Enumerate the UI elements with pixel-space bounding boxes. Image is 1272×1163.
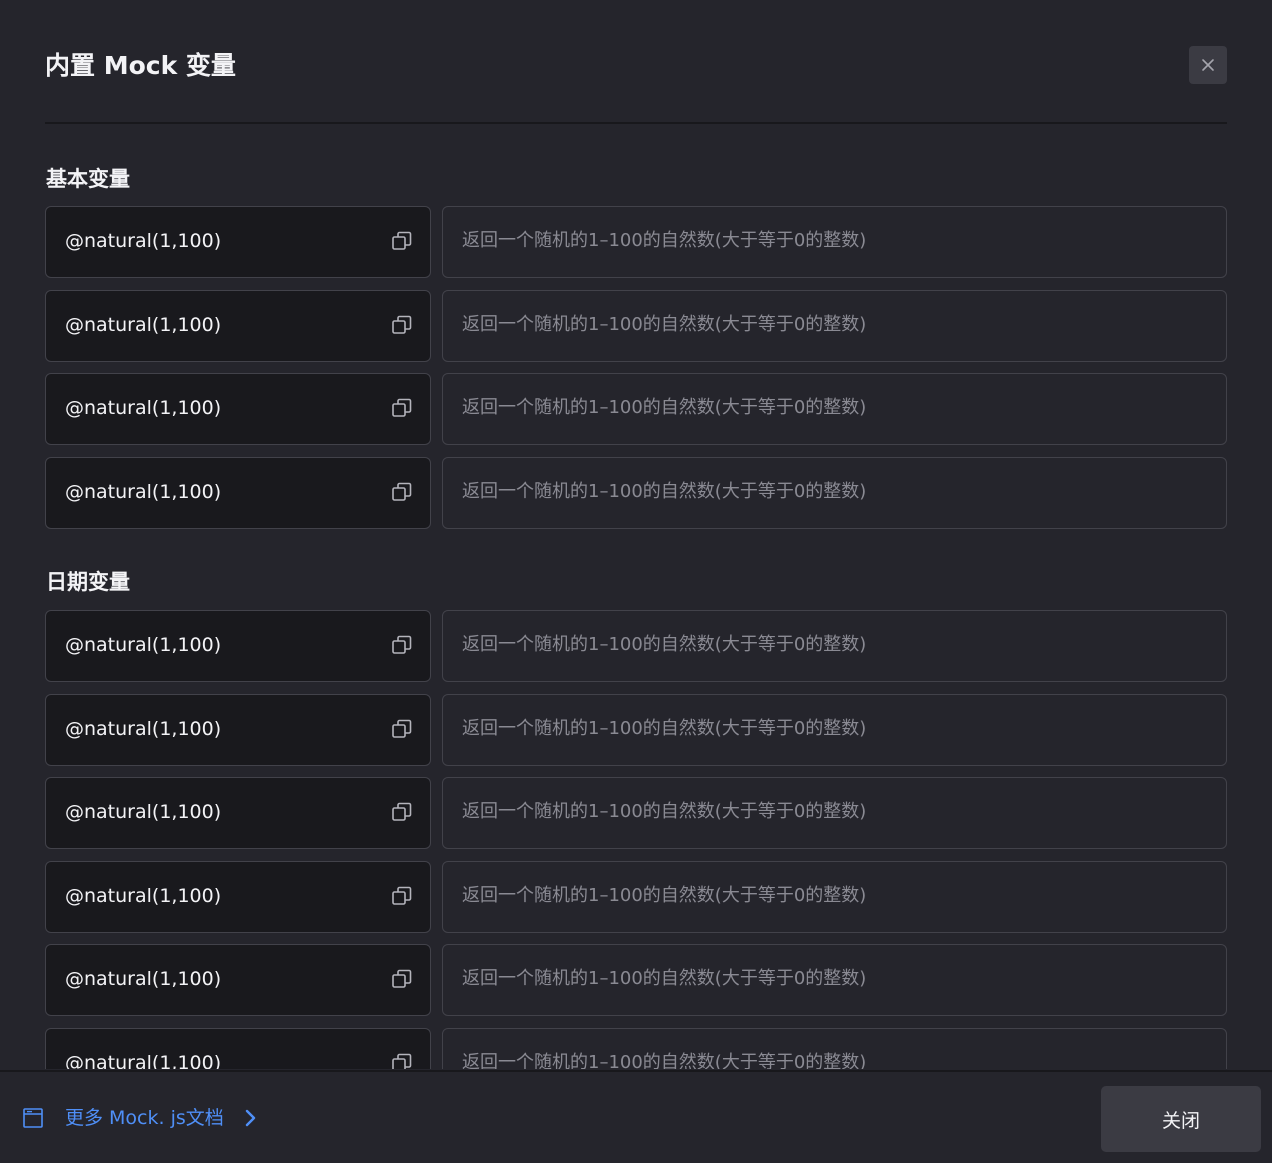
variable-row: @natural(1,100) 返回一个随机的1–100的自然数(大于等于0的整… (45, 290, 1227, 362)
mock-docs-link-label: 更多 Mock. js文档 (65, 1107, 224, 1129)
code-cell: @natural(1,100) (45, 944, 431, 1016)
description-cell: 返回一个随机的1–100的自然数(大于等于0的整数) (442, 944, 1227, 1016)
modal-header: 内置 Mock 变量 (45, 0, 1227, 124)
variable-row: @natural(1,100) 返回一个随机的1–100的自然数(大于等于0的整… (45, 373, 1227, 445)
variable-code: @natural(1,100) (65, 397, 222, 419)
close-icon (1202, 59, 1214, 71)
section-title-basic: 基本变量 (46, 167, 130, 191)
chevron-right-icon (245, 1109, 255, 1127)
copy-icon[interactable] (391, 634, 413, 656)
description-cell: 返回一个随机的1–100的自然数(大于等于0的整数) (442, 777, 1227, 849)
code-cell: @natural(1,100) (45, 610, 431, 682)
variable-description: 返回一个随机的1–100的自然数(大于等于0的整数) (462, 634, 867, 655)
variable-row: @natural(1,100) 返回一个随机的1–100的自然数(大于等于0的整… (45, 861, 1227, 933)
code-cell: @natural(1,100) (45, 206, 431, 278)
copy-icon[interactable] (391, 397, 413, 419)
variable-description: 返回一个随机的1–100的自然数(大于等于0的整数) (462, 1052, 867, 1069)
copy-icon[interactable] (391, 314, 413, 336)
copy-icon[interactable] (391, 230, 413, 252)
variable-code: @natural(1,100) (65, 314, 222, 336)
copy-icon[interactable] (391, 968, 413, 990)
variable-code: @natural(1,100) (65, 634, 222, 656)
description-cell: 返回一个随机的1–100的自然数(大于等于0的整数) (442, 457, 1227, 529)
copy-icon[interactable] (391, 718, 413, 740)
variable-description: 返回一个随机的1–100的自然数(大于等于0的整数) (462, 230, 867, 251)
variable-description: 返回一个随机的1–100的自然数(大于等于0的整数) (462, 718, 867, 739)
variable-list[interactable]: 基本变量 @natural(1,100) 返回一个随机的1–100的自然数(大于… (45, 124, 1227, 1069)
variable-code: @natural(1,100) (65, 968, 222, 990)
variable-description: 返回一个随机的1–100的自然数(大于等于0的整数) (462, 968, 867, 989)
variable-row: @natural(1,100) 返回一个随机的1–100的自然数(大于等于0的整… (45, 944, 1227, 1016)
copy-icon[interactable] (391, 885, 413, 907)
description-cell: 返回一个随机的1–100的自然数(大于等于0的整数) (442, 373, 1227, 445)
description-cell: 返回一个随机的1–100的自然数(大于等于0的整数) (442, 861, 1227, 933)
copy-icon[interactable] (391, 481, 413, 503)
description-cell: 返回一个随机的1–100的自然数(大于等于0的整数) (442, 610, 1227, 682)
close-button[interactable]: 关闭 (1101, 1086, 1261, 1152)
variable-row: @natural(1,100) 返回一个随机的1–100的自然数(大于等于0的整… (45, 1028, 1227, 1069)
description-cell: 返回一个随机的1–100的自然数(大于等于0的整数) (442, 1028, 1227, 1069)
mock-docs-link[interactable]: 更多 Mock. js文档 (22, 1104, 258, 1132)
variable-description: 返回一个随机的1–100的自然数(大于等于0的整数) (462, 481, 867, 502)
code-cell: @natural(1,100) (45, 861, 431, 933)
code-cell: @natural(1,100) (45, 457, 431, 529)
variable-row: @natural(1,100) 返回一个随机的1–100的自然数(大于等于0的整… (45, 206, 1227, 278)
code-cell: @natural(1,100) (45, 777, 431, 849)
variable-row: @natural(1,100) 返回一个随机的1–100的自然数(大于等于0的整… (45, 610, 1227, 682)
variable-row: @natural(1,100) 返回一个随机的1–100的自然数(大于等于0的整… (45, 457, 1227, 529)
close-icon-button[interactable] (1189, 46, 1227, 84)
variable-code: @natural(1,100) (65, 801, 222, 823)
variable-code: @natural(1,100) (65, 481, 222, 503)
modal-footer: 更多 Mock. js文档 关闭 (0, 1070, 1272, 1163)
code-cell: @natural(1,100) (45, 373, 431, 445)
variable-description: 返回一个随机的1–100的自然数(大于等于0的整数) (462, 314, 867, 335)
variable-description: 返回一个随机的1–100的自然数(大于等于0的整数) (462, 397, 867, 418)
variable-code: @natural(1,100) (65, 718, 222, 740)
code-cell: @natural(1,100) (45, 694, 431, 766)
description-cell: 返回一个随机的1–100的自然数(大于等于0的整数) (442, 290, 1227, 362)
code-cell: @natural(1,100) (45, 290, 431, 362)
description-cell: 返回一个随机的1–100的自然数(大于等于0的整数) (442, 206, 1227, 278)
variable-code: @natural(1,100) (65, 885, 222, 907)
variable-description: 返回一个随机的1–100的自然数(大于等于0的整数) (462, 801, 867, 822)
variable-code: @natural(1,100) (65, 1052, 222, 1069)
variable-row: @natural(1,100) 返回一个随机的1–100的自然数(大于等于0的整… (45, 777, 1227, 849)
modal-title: 内置 Mock 变量 (45, 51, 236, 80)
copy-icon[interactable] (391, 801, 413, 823)
code-cell: @natural(1,100) (45, 1028, 431, 1069)
variable-description: 返回一个随机的1–100的自然数(大于等于0的整数) (462, 885, 867, 906)
copy-icon[interactable] (391, 1052, 413, 1069)
variable-row: @natural(1,100) 返回一个随机的1–100的自然数(大于等于0的整… (45, 694, 1227, 766)
section-title-date: 日期变量 (46, 570, 130, 594)
description-cell: 返回一个随机的1–100的自然数(大于等于0的整数) (442, 694, 1227, 766)
browser-window-icon (23, 1108, 43, 1128)
variable-code: @natural(1,100) (65, 230, 222, 252)
